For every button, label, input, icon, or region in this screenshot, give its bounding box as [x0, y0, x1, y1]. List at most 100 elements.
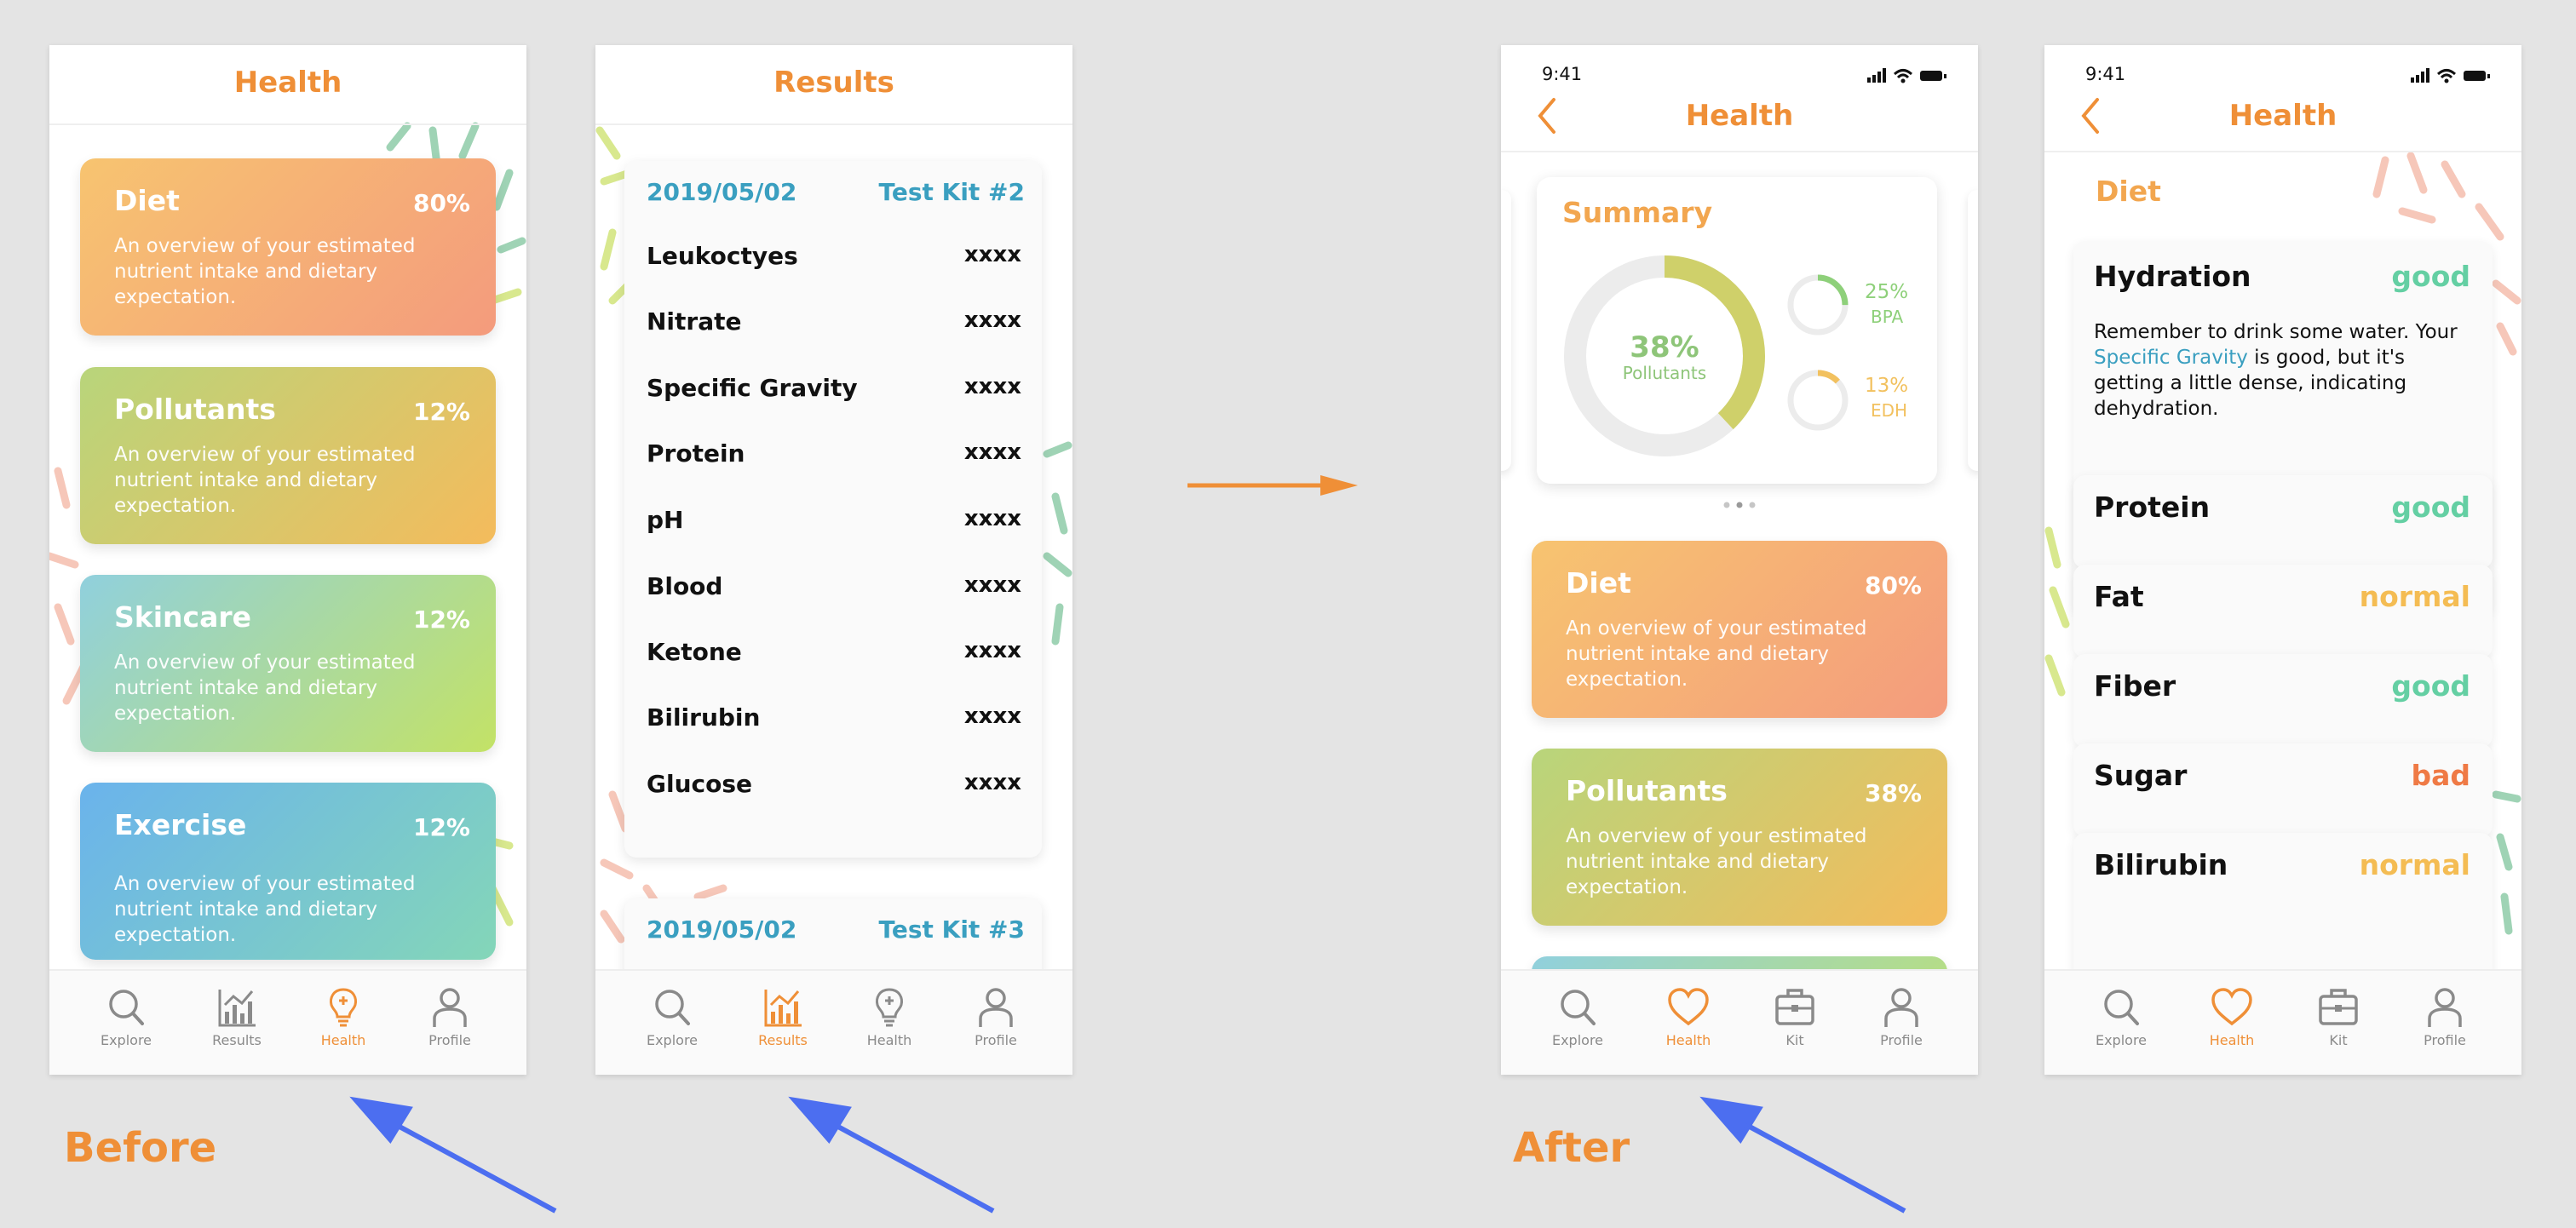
- carousel-next-card[interactable]: [1968, 190, 1978, 471]
- specific-gravity-link[interactable]: Specific Gravity: [2094, 347, 2248, 369]
- nav-label: Health: [1665, 1032, 1711, 1048]
- edh-ring-chart: [1787, 370, 1849, 431]
- header-divider: [595, 123, 1072, 125]
- bottom-nav: Explore Health Kit Profile: [2044, 969, 2521, 1075]
- heart-icon: [1668, 988, 1709, 1026]
- section-title: Diet: [2096, 175, 2161, 208]
- nav-health[interactable]: Health: [301, 986, 386, 1048]
- nav-profile[interactable]: Profile: [953, 986, 1038, 1048]
- status-icons: [1867, 68, 1946, 83]
- bpa-percent: 25%: [1865, 281, 1909, 303]
- header-divider: [49, 123, 526, 125]
- nav-health[interactable]: Health: [1646, 986, 1731, 1048]
- kit-name: Test Kit #3: [878, 915, 1025, 944]
- nutrient-row[interactable]: Fiber good: [2073, 654, 2493, 748]
- result-value: xxxx: [963, 572, 1021, 598]
- card-description: An overview of your estimated nutrient i…: [114, 444, 416, 517]
- result-row: Bilirubin xxxx: [647, 703, 1021, 737]
- nav-explore[interactable]: Explore: [1535, 986, 1620, 1048]
- category-card-skincare[interactable]: Skincare 12% An overview of your estimat…: [80, 575, 496, 752]
- item-name: Protein: [2094, 491, 2211, 524]
- result-row: pH xxxx: [647, 506, 1021, 540]
- nutrient-row[interactable]: Fat normal: [2073, 565, 2493, 658]
- card-percent: 38%: [1864, 779, 1922, 807]
- result-name: Protein: [647, 439, 745, 468]
- card-title: Skincare: [114, 600, 252, 634]
- nutrient-row[interactable]: Sugar bad: [2073, 743, 2493, 837]
- card-description: An overview of your estimated nutrient i…: [114, 651, 416, 725]
- screen-diet-detail-after: 9:41 Health Diet Hydration good Remember…: [2044, 45, 2521, 1075]
- nav-explore[interactable]: Explore: [83, 986, 169, 1048]
- nav-profile[interactable]: Profile: [1859, 986, 1944, 1048]
- nav-label: Explore: [646, 1032, 699, 1048]
- nav-kit[interactable]: Kit: [2296, 986, 2381, 1048]
- item-status: good: [2391, 669, 2470, 703]
- bpa-label: BPA: [1871, 307, 1904, 327]
- nav-health[interactable]: Health: [2189, 986, 2274, 1048]
- nav-kit[interactable]: Kit: [1752, 986, 1837, 1048]
- search-icon: [109, 990, 144, 1025]
- item-name: Hydration: [2094, 260, 2251, 293]
- result-value: xxxx: [963, 703, 1021, 729]
- card-title: Exercise: [114, 808, 247, 841]
- card-percent: 12%: [412, 398, 470, 426]
- carousel-dots[interactable]: [1718, 499, 1761, 511]
- screen-results-before: Results 2019/05/02 Test Kit #2 Leukoctye…: [595, 45, 1072, 1075]
- category-card-exercise[interactable]: Exercise 12% An overview of your estimat…: [80, 783, 496, 960]
- search-icon: [2104, 990, 2139, 1025]
- person-icon: [433, 988, 467, 1027]
- test-kit-card[interactable]: 2019/05/02 Test Kit #2 Leukoctyes xxxx Ni…: [624, 161, 1042, 858]
- lightbulb-icon: [876, 988, 903, 1027]
- status-time: 9:41: [1542, 64, 1583, 84]
- item-status: good: [2391, 491, 2470, 524]
- screen-health-after: 9:41 Health Summary 38% Pollutants 25% B…: [1501, 45, 1978, 1075]
- message-text: Remember to drink some water. Your: [2094, 321, 2458, 343]
- category-card-pollutants[interactable]: Pollutants 38% An overview of your estim…: [1532, 749, 1947, 926]
- person-icon: [1884, 988, 1918, 1027]
- nav-label: Explore: [1551, 1032, 1604, 1048]
- category-card-diet[interactable]: Diet 80% An overview of your estimated n…: [80, 158, 496, 336]
- category-card-diet[interactable]: Diet 80% An overview of your estimated n…: [1532, 541, 1947, 718]
- bpa-ring-chart: [1787, 274, 1849, 336]
- transition-arrow-icon: [1187, 475, 1358, 496]
- item-status: normal: [2359, 848, 2470, 881]
- item-status: good: [2391, 260, 2470, 293]
- result-row: Nitrate xxxx: [647, 307, 1021, 341]
- header-divider: [1501, 151, 1978, 152]
- summary-title: Summary: [1562, 196, 1713, 229]
- category-card-pollutants[interactable]: Pollutants 12% An overview of your estim…: [80, 367, 496, 544]
- bottom-nav: Explore Results Health Profile: [49, 969, 526, 1075]
- nav-explore[interactable]: Explore: [2079, 986, 2164, 1048]
- nav-results[interactable]: Results: [740, 986, 825, 1048]
- nav-label: Health: [320, 1032, 366, 1048]
- result-value: xxxx: [963, 307, 1021, 333]
- result-row: Protein xxxx: [647, 439, 1021, 473]
- status-time: 9:41: [2085, 64, 2126, 84]
- result-value: xxxx: [963, 638, 1021, 663]
- status-icons: [2411, 68, 2490, 83]
- nav-label: Profile: [975, 1032, 1017, 1048]
- nav-results[interactable]: Results: [194, 986, 279, 1048]
- summary-card[interactable]: Summary 38% Pollutants 25% BPA 13% EDH: [1537, 177, 1937, 484]
- bottom-nav: Explore Results Health Profile: [595, 969, 1072, 1075]
- chart-icon: [218, 990, 256, 1027]
- nutrient-row[interactable]: Protein good: [2073, 475, 2493, 569]
- carousel-prev-card[interactable]: [1501, 190, 1511, 471]
- nav-profile[interactable]: Profile: [2402, 986, 2487, 1048]
- annotation-arrowhead: [788, 1096, 852, 1145]
- nav-label: Kit: [2329, 1032, 2348, 1048]
- item-name: Fat: [2094, 580, 2144, 613]
- briefcase-icon: [2319, 989, 2358, 1025]
- person-icon: [979, 988, 1013, 1027]
- card-description: An overview of your estimated nutrient i…: [114, 235, 416, 308]
- lightbulb-icon: [330, 988, 357, 1027]
- nav-explore[interactable]: Explore: [630, 986, 715, 1048]
- nav-health[interactable]: Health: [847, 986, 932, 1048]
- nav-label: Profile: [1880, 1032, 1923, 1048]
- card-description: An overview of your estimated nutrient i…: [114, 873, 416, 946]
- nav-profile[interactable]: Profile: [407, 986, 492, 1048]
- result-row: Ketone xxxx: [647, 638, 1021, 672]
- nav-label: Explore: [100, 1032, 152, 1048]
- result-row: Blood xxxx: [647, 572, 1021, 606]
- header-divider: [2044, 151, 2521, 152]
